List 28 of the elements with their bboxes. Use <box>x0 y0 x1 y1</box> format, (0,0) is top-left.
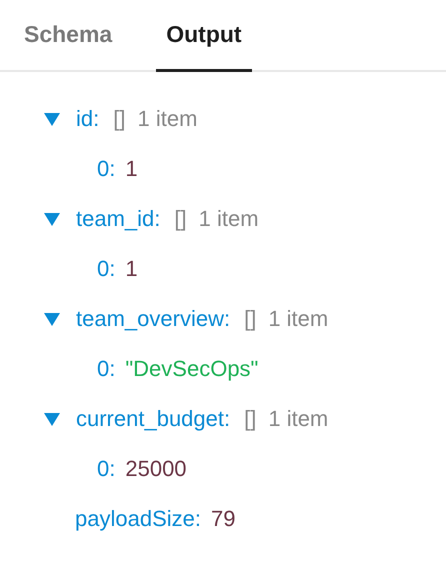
array-type-label: [] <box>244 306 256 332</box>
tree-key: 0: <box>97 256 116 282</box>
caret-down-icon[interactable] <box>44 211 60 227</box>
array-type-label: [] <box>174 206 187 232</box>
tab[interactable]: Schema <box>14 0 122 72</box>
item-count: 1 item <box>268 306 328 332</box>
item-count: 1 item <box>198 206 259 232</box>
tree-key: current_budget: <box>76 406 230 432</box>
string-value: "DevSecOps" <box>125 356 258 382</box>
tree-key: 0: <box>97 456 116 482</box>
caret-down-icon[interactable] <box>44 411 60 427</box>
caret-down-icon[interactable] <box>44 111 60 127</box>
tree-key: payloadSize: <box>75 506 201 532</box>
item-count: 1 item <box>268 406 328 432</box>
tree-key: id: <box>76 106 100 132</box>
number-value: 79 <box>210 506 236 532</box>
item-count: 1 item <box>137 106 198 132</box>
number-value: 25000 <box>125 456 187 482</box>
tree-key: 0: <box>97 356 116 382</box>
tree-key: 0: <box>97 156 116 182</box>
number-value: 1 <box>125 156 138 182</box>
tab[interactable]: Output <box>156 0 252 72</box>
caret-down-icon[interactable] <box>44 311 60 327</box>
array-type-label: [] <box>113 106 126 132</box>
array-type-label: [] <box>244 406 256 432</box>
tree-key: team_overview: <box>76 306 230 332</box>
number-value: 1 <box>125 256 138 282</box>
tree-key: team_id: <box>76 206 160 232</box>
